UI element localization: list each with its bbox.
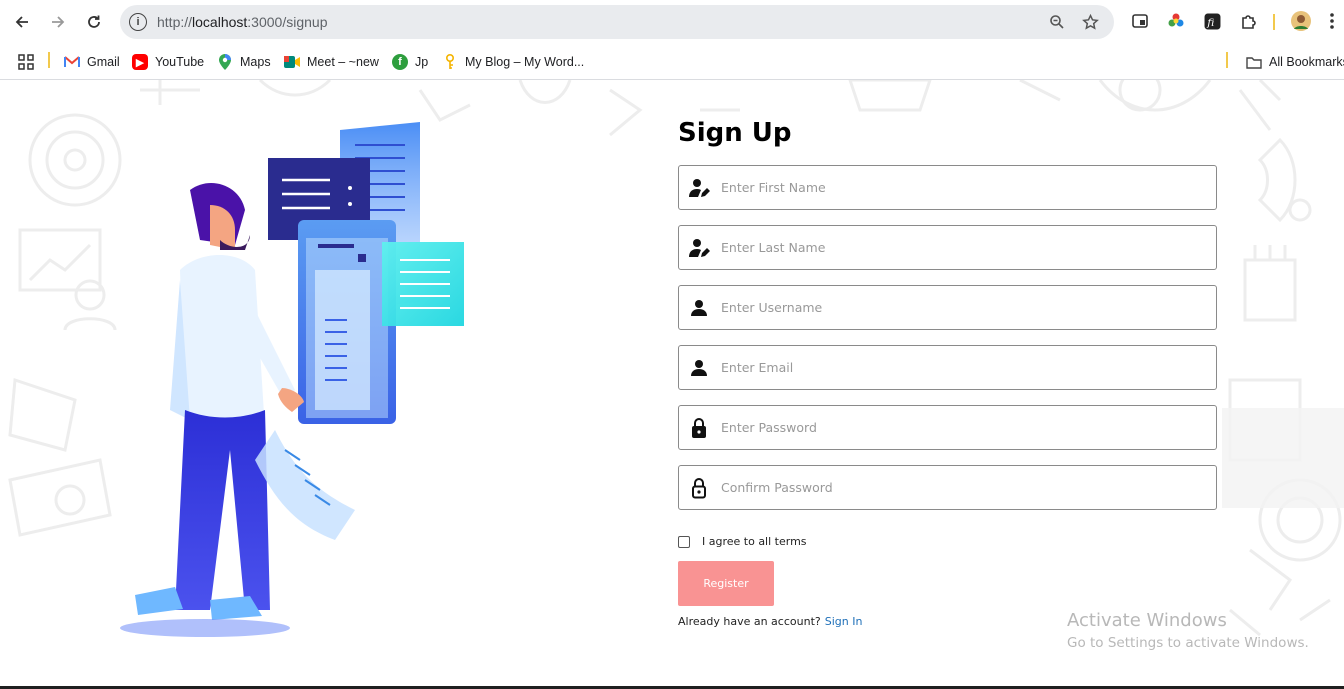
apps-grid-icon[interactable] [18, 52, 34, 72]
email-input[interactable] [719, 346, 1216, 389]
bookmark-label: YouTube [155, 55, 205, 69]
bookmark-meet[interactable]: Meet – ~new [284, 52, 379, 72]
bookmark-label: Maps [240, 55, 271, 69]
youtube-icon: ▶ [132, 54, 148, 70]
address-bar[interactable]: i http://localhost:3000/signup [120, 5, 1114, 39]
back-arrow-icon[interactable] [10, 10, 34, 34]
terms-label: I agree to all terms [702, 535, 807, 548]
bookmark-label: Jp [415, 55, 429, 69]
meet-icon [284, 54, 300, 70]
toolbar-divider [1273, 14, 1275, 30]
all-bookmarks-label: All Bookmarks [1269, 55, 1344, 69]
bookmarks-divider [1226, 52, 1228, 68]
register-button[interactable]: Register [678, 561, 774, 606]
picture-in-picture-icon[interactable] [1130, 11, 1150, 31]
user-edit-icon [679, 165, 719, 210]
last-name-input[interactable] [719, 226, 1216, 269]
menu-dots-icon[interactable] [1322, 11, 1342, 31]
all-bookmarks-button[interactable]: All Bookmarks [1246, 52, 1344, 72]
lock-icon [679, 405, 719, 450]
username-field[interactable] [678, 285, 1217, 330]
page-title: Sign Up [678, 118, 792, 148]
last-name-field[interactable] [678, 225, 1217, 270]
extensions-puzzle-icon[interactable] [1238, 11, 1258, 31]
signin-link[interactable]: Sign In [825, 615, 863, 628]
background-shape [1222, 408, 1344, 508]
bookmark-maps[interactable]: Maps [217, 52, 271, 72]
zoom-icon[interactable] [1048, 13, 1066, 31]
confirm-password-input[interactable] [719, 466, 1216, 509]
user-icon [679, 345, 719, 390]
account-text: Already have an account? [678, 615, 821, 628]
email-field[interactable] [678, 345, 1217, 390]
watermark-subtitle: Go to Settings to activate Windows. [1067, 635, 1309, 651]
browser-toolbar: i http://localhost:3000/signup fi [0, 0, 1344, 44]
first-name-field[interactable] [678, 165, 1217, 210]
watermark-title: Activate Windows [1067, 610, 1227, 631]
bookmark-star-icon[interactable] [1081, 13, 1099, 31]
lock-outline-icon [679, 465, 719, 510]
first-name-input[interactable] [719, 166, 1216, 209]
bookmarks-bar: Gmail ▶ YouTube Maps Meet – ~new f Jp My B… [0, 44, 1344, 80]
profile-avatar[interactable] [1291, 11, 1311, 31]
bookmarks-divider [48, 52, 50, 68]
folder-icon [1246, 54, 1262, 70]
bookmark-gmail[interactable]: Gmail [64, 52, 120, 72]
reload-icon[interactable] [82, 10, 106, 34]
bookmark-label: Gmail [87, 55, 120, 69]
bookmark-blog[interactable]: My Blog – My Word... [442, 52, 584, 72]
jp-icon: f [392, 54, 408, 70]
bookmark-youtube[interactable]: ▶ YouTube [132, 52, 204, 72]
user-icon [679, 285, 719, 330]
terms-row: I agree to all terms [678, 535, 807, 548]
signup-page: Sign Up I agr [0, 80, 1344, 686]
forward-arrow-icon[interactable] [46, 10, 70, 34]
maps-icon [217, 54, 233, 70]
username-input[interactable] [719, 286, 1216, 329]
password-input[interactable] [719, 406, 1216, 449]
bookmark-label: Meet – ~new [307, 55, 379, 69]
color-picker-extension-icon[interactable] [1166, 11, 1186, 31]
blog-icon [442, 54, 458, 70]
confirm-password-field[interactable] [678, 465, 1217, 510]
url-text[interactable]: http://localhost:3000/signup [157, 14, 327, 30]
gmail-icon [64, 54, 80, 70]
signin-prompt: Already have an account? Sign In [678, 615, 862, 628]
signup-illustration [120, 122, 464, 637]
activate-windows-watermark: Activate Windows Go to Settings to activ… [1067, 610, 1309, 651]
bookmark-jp[interactable]: f Jp [392, 52, 428, 72]
bookmark-label: My Blog – My Word... [465, 55, 585, 69]
user-edit-icon [679, 225, 719, 270]
font-extension-icon[interactable]: fi [1202, 11, 1222, 31]
terms-checkbox[interactable] [678, 535, 690, 548]
password-field[interactable] [678, 405, 1217, 450]
svg-text:fi: fi [1206, 15, 1214, 28]
site-info-icon[interactable]: i [129, 13, 147, 31]
